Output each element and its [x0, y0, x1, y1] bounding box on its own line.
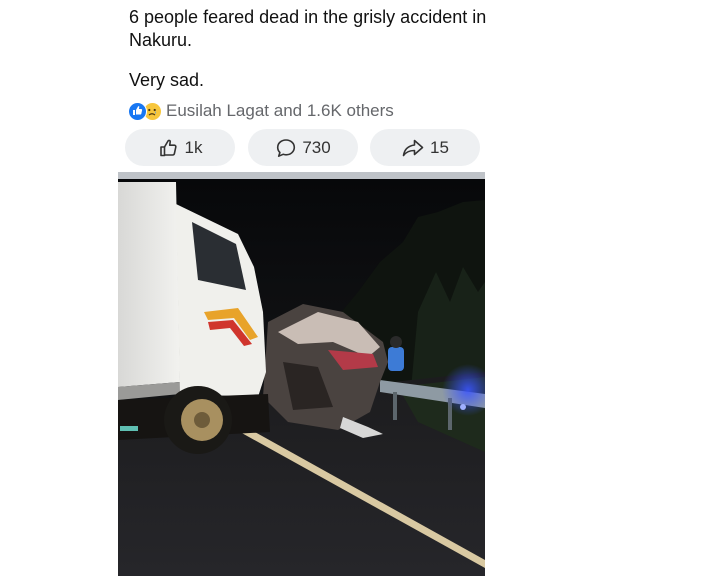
like-count: 1k — [184, 137, 203, 157]
share-arrow-icon — [401, 137, 425, 159]
like-button[interactable]: 1k — [125, 129, 235, 166]
comment-button[interactable]: 730 — [248, 129, 358, 166]
post-text-line-1: 6 people feared dead in the grisly accid… — [129, 7, 487, 50]
accident-photo-illustration — [118, 172, 485, 576]
post-text-line-2: Very sad. — [129, 70, 205, 90]
post-photo[interactable] — [118, 172, 485, 576]
reactions-summary-text: Eusilah Lagat and 1.6K others — [166, 101, 394, 120]
like-reaction-icon — [128, 101, 147, 121]
post-action-bar: 1k 730 15 — [125, 129, 481, 166]
thumbs-up-icon — [158, 137, 180, 159]
comment-bubble-icon — [275, 137, 297, 159]
reactions-summary[interactable]: Eusilah Lagat and 1.6K others — [128, 100, 394, 122]
share-count: 15 — [430, 137, 449, 157]
comment-count: 730 — [302, 137, 331, 157]
post-card: 6 people feared dead in the grisly accid… — [0, 0, 720, 576]
share-button[interactable]: 15 — [370, 129, 480, 166]
post-text: 6 people feared dead in the grisly accid… — [129, 6, 509, 92]
